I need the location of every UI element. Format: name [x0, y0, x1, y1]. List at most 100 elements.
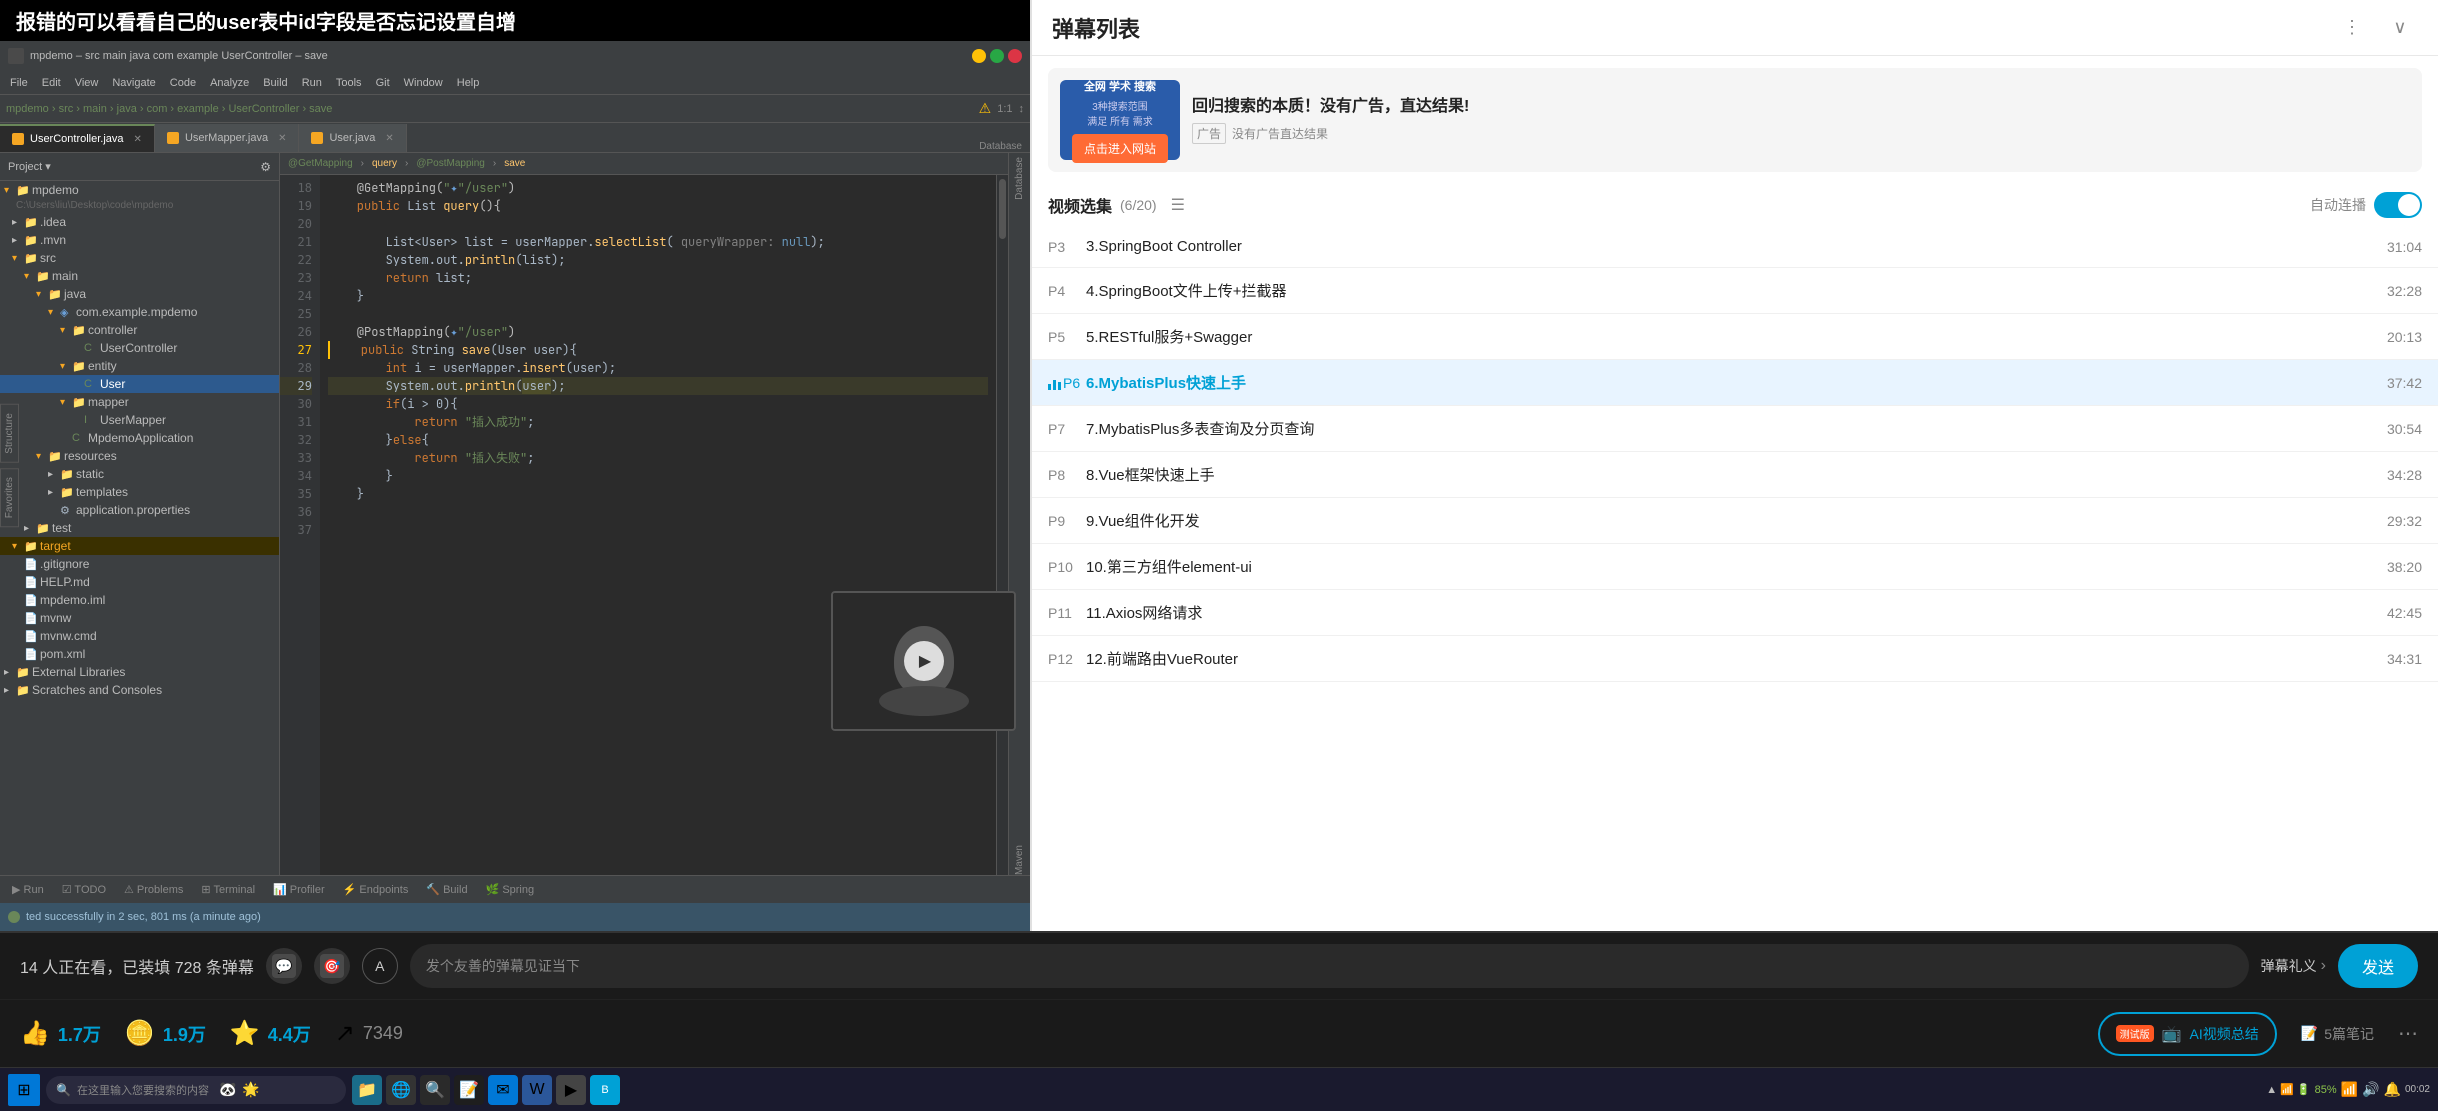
- code-editor[interactable]: @GetMapping › query › @PostMapping › sav…: [280, 153, 1008, 875]
- code-area[interactable]: 181920212223 2425262728 293031 323334353…: [280, 175, 1008, 875]
- tab-usermapper[interactable]: UserMapper.java ✕: [155, 124, 300, 152]
- send-button[interactable]: 发送: [2338, 944, 2418, 988]
- tree-item-mvn[interactable]: ▸ 📁 .mvn: [0, 231, 279, 249]
- tree-item-test[interactable]: ▸ 📁 test: [0, 519, 279, 537]
- tab-usercontroller[interactable]: UserController.java ✕: [0, 124, 155, 152]
- taskbar-app-mail[interactable]: ✉: [488, 1075, 518, 1105]
- structure-tab[interactable]: Structure: [0, 404, 19, 463]
- scrollbar-thumb[interactable]: [999, 179, 1006, 239]
- start-button[interactable]: ⊞: [8, 1074, 40, 1106]
- barrage-icon-1[interactable]: 💬: [266, 948, 302, 984]
- tree-item-mpdemo[interactable]: ▾ 📁 mpdemo: [0, 181, 279, 199]
- run-tab[interactable]: ▶ Run: [6, 881, 50, 898]
- tree-item-static[interactable]: ▸ 📁 static: [0, 465, 279, 483]
- profiler-tab[interactable]: 📊 Profiler: [267, 881, 331, 898]
- scrollbar-vertical[interactable]: [996, 175, 1008, 875]
- playlist-item-p10[interactable]: P10 10.第三方组件element-ui 38:20: [1032, 544, 2438, 590]
- menu-navigate[interactable]: Navigate: [106, 75, 161, 91]
- terminal-tab[interactable]: ⊞ Terminal: [195, 881, 261, 898]
- taskbar-search[interactable]: 🔍 在这里输入您要搜索的内容 🐼 🌟: [46, 1076, 346, 1104]
- more-button[interactable]: ⋯: [2398, 1021, 2418, 1046]
- menu-code[interactable]: Code: [164, 75, 202, 91]
- maven-side-tab[interactable]: Maven: [1014, 845, 1025, 875]
- collapse-icon[interactable]: ∨: [2382, 10, 2418, 46]
- menu-git[interactable]: Git: [370, 75, 396, 91]
- tree-item-scratches[interactable]: ▸ 📁 Scratches and Consoles: [0, 681, 279, 699]
- taskbar-app-files[interactable]: 📁: [352, 1075, 382, 1105]
- problems-tab[interactable]: ⚠ Problems: [118, 881, 189, 898]
- build-tab[interactable]: 🔨 Build: [420, 881, 473, 898]
- more-options-icon[interactable]: ⋮: [2334, 10, 2370, 46]
- playlist-item-p11[interactable]: P11 11.Axios网络请求 42:45: [1032, 590, 2438, 636]
- taskbar-app-vscode[interactable]: 📝: [454, 1075, 484, 1105]
- tree-item-external[interactable]: ▸ 📁 External Libraries: [0, 663, 279, 681]
- tree-item-target[interactable]: ▾ 📁 target: [0, 537, 279, 555]
- tree-item-mpdemo-app[interactable]: C MpdemoApplication: [0, 429, 279, 447]
- like-item[interactable]: 👍 1.7万: [20, 1019, 101, 1048]
- menu-file[interactable]: File: [4, 75, 34, 91]
- tree-item-main[interactable]: ▾ 📁 main: [0, 267, 279, 285]
- tree-item-src[interactable]: ▾ 📁 src: [0, 249, 279, 267]
- notes-button[interactable]: 📝 5篇笔记: [2301, 1024, 2374, 1044]
- tree-item-mvnwcmd[interactable]: 📄 mvnw.cmd: [0, 627, 279, 645]
- taskbar-app-search[interactable]: 🔍: [420, 1075, 450, 1105]
- maximize-button[interactable]: [990, 49, 1004, 63]
- tree-item-gitignore[interactable]: 📄 .gitignore: [0, 555, 279, 573]
- font-icon[interactable]: A: [362, 948, 398, 984]
- spring-tab[interactable]: 🌿 Spring: [480, 881, 541, 898]
- taskbar-app-bilibili[interactable]: B: [590, 1075, 620, 1105]
- playlist-item-p3[interactable]: P3 3.SpringBoot Controller 31:04: [1032, 226, 2438, 268]
- menu-window[interactable]: Window: [398, 75, 449, 91]
- tree-item-resources[interactable]: ▾ 📁 resources: [0, 447, 279, 465]
- tab-close-usercontroller[interactable]: ✕: [134, 134, 142, 145]
- taskbar-app-word[interactable]: W: [522, 1075, 552, 1105]
- webcam-play-button[interactable]: [904, 641, 944, 681]
- playlist-item-p7[interactable]: P7 7.MybatisPlus多表查询及分页查询 30:54: [1032, 406, 2438, 452]
- tree-gear-icon[interactable]: ⚙: [260, 160, 271, 174]
- tab-close-usermapper[interactable]: ✕: [278, 133, 286, 144]
- auto-play-toggle[interactable]: [2374, 192, 2422, 218]
- playlist-item-p12[interactable]: P12 12.前端路由VueRouter 34:31: [1032, 636, 2438, 682]
- tree-item-mapper-folder[interactable]: ▾ 📁 mapper: [0, 393, 279, 411]
- favorites-tab[interactable]: Favorites: [0, 468, 19, 527]
- list-view-icon[interactable]: ☰: [1171, 195, 1185, 215]
- tree-item-user[interactable]: C User: [0, 375, 279, 393]
- taskbar-app-chrome[interactable]: 🌐: [386, 1075, 416, 1105]
- tree-item-controller[interactable]: ▾ 📁 controller: [0, 321, 279, 339]
- endpoints-tab[interactable]: ⚡ Endpoints: [337, 881, 415, 898]
- playlist-item-p8[interactable]: P8 8.Vue框架快速上手 34:28: [1032, 452, 2438, 498]
- tree-item-idea[interactable]: ▸ 📁 .idea: [0, 213, 279, 231]
- gift-area[interactable]: 弹幕礼义 ›: [2261, 956, 2326, 976]
- code-content[interactable]: @GetMapping("✦"/user") public List query…: [320, 175, 996, 875]
- ad-enter-button[interactable]: 点击进入网站: [1072, 134, 1168, 163]
- tree-item-usermapper[interactable]: I UserMapper: [0, 411, 279, 429]
- database-tab[interactable]: Database: [979, 141, 1022, 152]
- tree-item-entity[interactable]: ▾ 📁 entity: [0, 357, 279, 375]
- playlist-item-p9[interactable]: P9 9.Vue组件化开发 29:32: [1032, 498, 2438, 544]
- database-side-tab[interactable]: Database: [1014, 157, 1025, 200]
- star-item[interactable]: ⭐ 4.4万: [230, 1019, 311, 1048]
- barrage-input[interactable]: 发个友善的弹幕见证当下: [410, 944, 2249, 988]
- menu-edit[interactable]: Edit: [36, 75, 67, 91]
- close-button[interactable]: [1008, 49, 1022, 63]
- todo-tab[interactable]: ☑ TODO: [56, 881, 112, 898]
- menu-build[interactable]: Build: [257, 75, 293, 91]
- tree-item-mpdemoixml[interactable]: 📄 mpdemo.iml: [0, 591, 279, 609]
- tree-item-java[interactable]: ▾ 📁 java: [0, 285, 279, 303]
- playlist-item-p4[interactable]: P4 4.SpringBoot文件上传+拦截器 32:28: [1032, 268, 2438, 314]
- playlist-item-p6[interactable]: P6 6.MybatisPlus快速上手 37:42: [1032, 360, 2438, 406]
- tree-item-templates[interactable]: ▸ 📁 templates: [0, 483, 279, 501]
- share-item[interactable]: ↗ 7349: [335, 1019, 403, 1048]
- menu-tools[interactable]: Tools: [330, 75, 368, 91]
- playlist-item-p5[interactable]: P5 5.RESTful服务+Swagger 20:13: [1032, 314, 2438, 360]
- tree-item-mvnw[interactable]: 📄 mvnw: [0, 609, 279, 627]
- menu-help[interactable]: Help: [451, 75, 486, 91]
- ai-video-button[interactable]: 测试版 📺 AI视频总结: [2098, 1012, 2277, 1056]
- tab-user[interactable]: User.java ✕: [299, 124, 406, 152]
- tree-item-usercontroller[interactable]: C UserController: [0, 339, 279, 357]
- menu-run[interactable]: Run: [296, 75, 328, 91]
- tree-item-pomxml[interactable]: 📄 pom.xml: [0, 645, 279, 663]
- tab-close-user[interactable]: ✕: [385, 133, 393, 144]
- minimize-button[interactable]: [972, 49, 986, 63]
- tree-item-helpmd[interactable]: 📄 HELP.md: [0, 573, 279, 591]
